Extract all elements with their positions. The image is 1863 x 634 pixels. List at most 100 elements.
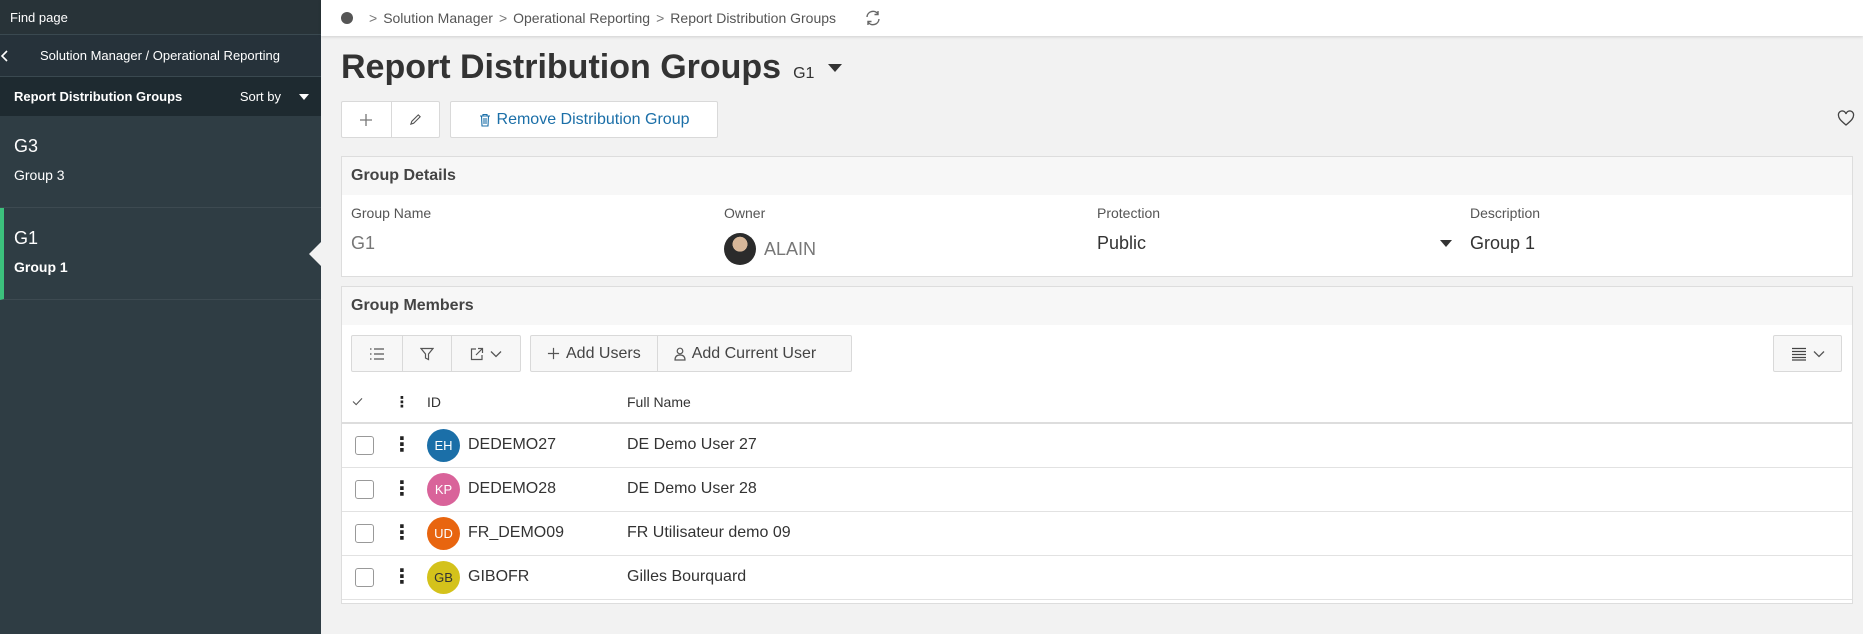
- remove-button-label: Remove Distribution Group: [496, 110, 690, 128]
- member-full-name: DE Demo User 28: [627, 467, 1852, 512]
- add-users-label: Add Users: [566, 344, 641, 362]
- sidebar-navigator: Find page Solution Manager / Operational…: [0, 0, 321, 634]
- breadcrumb-item-operational-reporting[interactable]: Operational Reporting: [513, 10, 650, 26]
- navigator-item-code: G1: [14, 228, 39, 248]
- table-density-group: [1773, 335, 1842, 372]
- table-row[interactable]: ⋮ GB GIBOFR Gilles Bourquard: [342, 555, 1852, 600]
- group-name-value: G1: [351, 233, 376, 253]
- table-row[interactable]: ⋮ KP DEDEMO28 DE Demo User 28: [342, 467, 1852, 512]
- column-header-full-name[interactable]: Full Name: [627, 381, 1852, 424]
- kebab-menu-icon[interactable]: ⋮: [392, 478, 412, 500]
- owner-label: Owner: [724, 205, 766, 221]
- caret-down-icon: [299, 93, 309, 100]
- export-button[interactable]: [451, 336, 520, 371]
- table-header-row: ⋮ ID Full Name: [342, 381, 1852, 424]
- breadcrumb-item-solution-manager[interactable]: Solution Manager: [383, 10, 493, 26]
- protection-field[interactable]: Protection Public: [1097, 205, 1470, 265]
- member-full-name: DE Demo User 27: [627, 423, 1852, 468]
- description-field[interactable]: Description Group 1: [1470, 205, 1843, 265]
- plus-icon: [360, 113, 373, 126]
- kebab-menu-icon[interactable]: ⋮: [392, 434, 412, 456]
- kebab-menu-icon[interactable]: ⋮: [392, 566, 412, 588]
- group-details-card: Group Details Group Name G1 Owner ALAIN …: [341, 156, 1853, 277]
- kebab-menu-icon[interactable]: ⋮: [392, 522, 412, 544]
- record-selector-caret-icon[interactable]: [828, 63, 843, 72]
- main-content: > Solution Manager > Operational Reporti…: [321, 0, 1863, 634]
- favorite-heart-icon[interactable]: [1837, 110, 1855, 128]
- column-list-button[interactable]: [352, 336, 402, 371]
- table-density-button[interactable]: [1774, 336, 1841, 371]
- row-checkbox[interactable]: [355, 479, 374, 499]
- navigator-back-path: Solution Manager / Operational Reporting: [40, 48, 280, 63]
- members-toolbar: Add Users Add Current User: [342, 325, 1852, 381]
- navigator-back-button[interactable]: Solution Manager / Operational Reporting: [0, 34, 321, 76]
- row-checkbox[interactable]: [355, 523, 374, 543]
- sort-by-button[interactable]: Sort by: [240, 89, 309, 104]
- new-button[interactable]: [342, 102, 391, 137]
- table-row[interactable]: ⋮ UD FR_DEMO09 FR Utilisateur demo 09: [342, 511, 1852, 556]
- trash-icon: [479, 113, 490, 127]
- filter-button[interactable]: [402, 336, 451, 371]
- list-tools-group: [351, 335, 521, 372]
- avatar: EH: [427, 428, 460, 462]
- pencil-icon: [409, 114, 421, 126]
- record-command-group: [341, 101, 440, 138]
- protection-select[interactable]: Public: [1097, 233, 1470, 254]
- member-id: DEDEMO27: [468, 436, 557, 454]
- navigator-list-title: Report Distribution Groups: [14, 89, 183, 104]
- edit-button[interactable]: [390, 102, 440, 137]
- remove-distribution-group-button[interactable]: Remove Distribution Group: [450, 101, 718, 138]
- find-page-button[interactable]: Find page: [0, 0, 321, 34]
- chevron-left-icon: [0, 49, 40, 62]
- remove-button-content: Remove Distribution Group: [451, 102, 717, 137]
- chevron-right-icon: >: [498, 10, 508, 26]
- export-icon: [470, 347, 484, 360]
- table-row[interactable]: ⋮ EH DEDEMO27 DE Demo User 27: [342, 423, 1852, 468]
- navigator-item-name: Group 1: [14, 259, 68, 275]
- row-checkbox[interactable]: [355, 567, 374, 587]
- owner-field: Owner ALAIN: [724, 205, 1097, 265]
- avatar: GB: [427, 560, 460, 594]
- protection-value: Public: [1097, 233, 1147, 253]
- caret-down-icon: [1440, 240, 1452, 247]
- home-icon[interactable]: [341, 12, 353, 24]
- group-members-card: Group Members Add Users Add Current User…: [341, 286, 1853, 604]
- member-id: FR_DEMO09: [468, 524, 565, 541]
- record-selector-value[interactable]: G1: [793, 65, 814, 83]
- add-current-user-label: Add Current User: [691, 344, 817, 362]
- chevron-down-icon: [1813, 350, 1824, 357]
- navigator-item-g1[interactable]: G1 Group 1: [0, 208, 321, 300]
- row-menu-column[interactable]: ⋮: [377, 381, 427, 424]
- member-actions-group: Add Users Add Current User: [530, 335, 852, 372]
- plus-icon: [547, 347, 560, 360]
- checkmark-icon: [352, 397, 363, 406]
- sort-by-label: Sort by: [239, 89, 281, 104]
- avatar: UD: [427, 516, 460, 550]
- member-full-name: Gilles Bourquard: [627, 555, 1852, 600]
- refresh-icon[interactable]: [864, 9, 882, 27]
- add-current-user-button[interactable]: Add Current User: [656, 336, 833, 371]
- chevron-down-icon: [490, 350, 502, 357]
- select-all-column[interactable]: [342, 381, 377, 424]
- column-header-id[interactable]: ID: [427, 381, 627, 424]
- table-density-icon: [1791, 347, 1806, 361]
- kebab-menu-icon[interactable]: ⋮: [395, 394, 410, 411]
- user-icon: [674, 347, 686, 361]
- owner-value-wrap: ALAIN: [724, 233, 1097, 265]
- description-label: Description: [1470, 205, 1541, 221]
- navigator-item-g3[interactable]: G3 Group 3: [0, 116, 321, 208]
- breadcrumb-item-current: Report Distribution Groups: [670, 10, 837, 26]
- row-checkbox[interactable]: [355, 435, 374, 455]
- protection-label: Protection: [1097, 205, 1161, 221]
- page-title-area: Report Distribution Groups G1: [341, 48, 843, 87]
- description-value[interactable]: Group 1: [1470, 233, 1843, 254]
- add-users-button[interactable]: Add Users: [531, 336, 657, 371]
- navigator-item-name: Group 3: [14, 167, 65, 183]
- member-full-name: FR Utilisateur demo 09: [627, 511, 1852, 556]
- group-members-header: Group Members: [342, 287, 1852, 325]
- group-name-label: Group Name: [351, 205, 432, 221]
- breadcrumb: > Solution Manager > Operational Reporti…: [321, 0, 1863, 36]
- member-id: DEDEMO28: [468, 480, 557, 497]
- filter-icon: [420, 347, 434, 360]
- members-table: ⋮ ID Full Name ⋮ EH DEDEMO27 DE Demo Use…: [342, 381, 1852, 600]
